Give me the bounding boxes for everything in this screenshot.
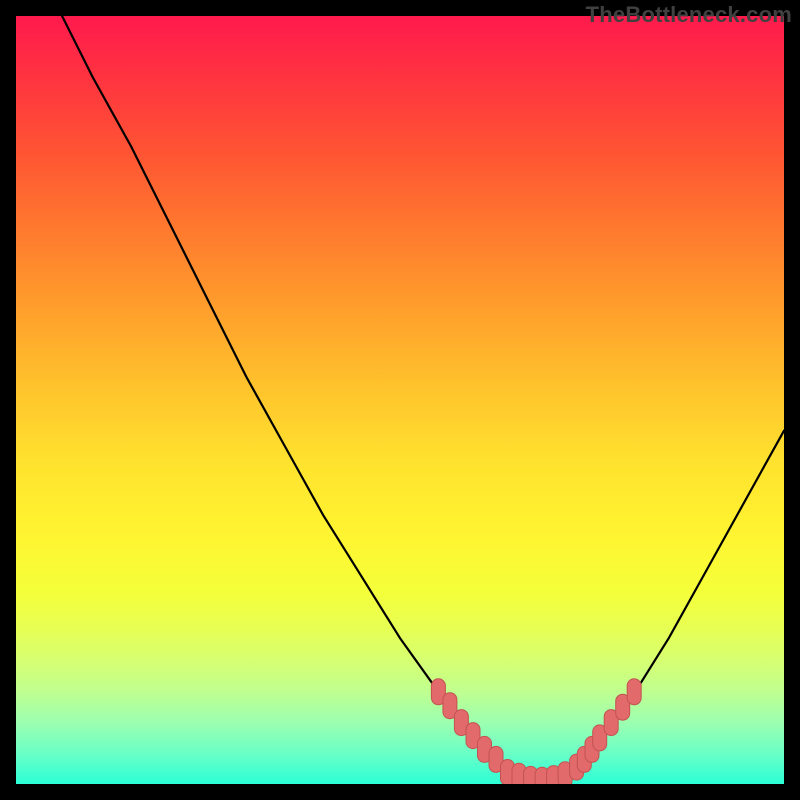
marker-group	[431, 679, 641, 784]
curve-line	[62, 16, 784, 780]
bottleneck-chart	[16, 16, 784, 784]
curve-marker	[627, 679, 641, 705]
